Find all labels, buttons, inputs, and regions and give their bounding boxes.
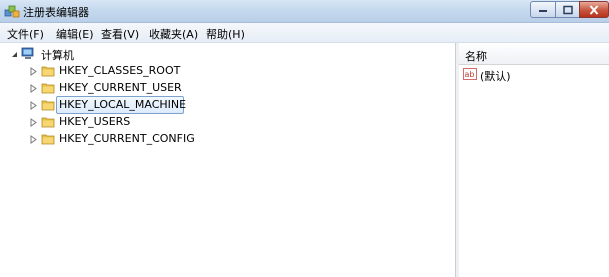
tree-node-label: HKEY_CURRENT_CONFIG xyxy=(59,132,195,145)
tree-node-label: 计算机 xyxy=(41,49,74,62)
value-name: (默认) xyxy=(480,70,511,83)
folder-icon xyxy=(41,83,55,94)
close-icon xyxy=(589,4,599,15)
folder-icon xyxy=(41,66,55,77)
tree-node-hkey-current-user[interactable]: HKEY_CURRENT_USER xyxy=(29,80,189,96)
tree-node-computer[interactable]: 计算机 xyxy=(8,46,108,62)
menu-edit[interactable]: 编辑(E) xyxy=(56,26,94,42)
registry-editor-icon xyxy=(4,5,20,18)
maximize-button[interactable] xyxy=(555,1,580,18)
tree-node-label: HKEY_LOCAL_MACHINE xyxy=(59,98,187,111)
minimize-button[interactable] xyxy=(530,1,556,18)
tree-node-hkey-current-config[interactable]: HKEY_CURRENT_CONFIG xyxy=(29,131,199,147)
tree-node-hkey-local-machine[interactable]: HKEY_LOCAL_MACHINE xyxy=(29,96,189,114)
menu-help[interactable]: 帮助(H) xyxy=(206,26,245,42)
folder-icon xyxy=(41,134,55,145)
tree-node-label: HKEY_CLASSES_ROOT xyxy=(59,64,181,77)
svg-text:ab: ab xyxy=(465,70,475,79)
collapsed-arrow-icon[interactable] xyxy=(29,67,38,76)
title-bar[interactable]: 注册表编辑器 xyxy=(0,0,609,23)
key-tree-pane[interactable]: 计算机 HKEY_CLASSES_ROOT HKEY_CURRENT_USER … xyxy=(0,43,456,277)
menu-bar: 文件(F) 编辑(E) 查看(V) 收藏夹(A) 帮助(H) xyxy=(0,23,609,43)
collapsed-arrow-icon[interactable] xyxy=(29,101,38,110)
folder-icon xyxy=(41,100,55,111)
tree-node-label: HKEY_USERS xyxy=(59,115,131,128)
maximize-icon xyxy=(562,5,573,14)
close-button[interactable] xyxy=(579,1,609,18)
computer-icon xyxy=(21,47,34,59)
collapsed-arrow-icon[interactable] xyxy=(29,118,38,127)
menu-favorites[interactable]: 收藏夹(A) xyxy=(149,26,198,42)
minimize-icon xyxy=(539,9,547,12)
column-header-label: 名称 xyxy=(465,50,487,63)
tree-node-hkey-users[interactable]: HKEY_USERS xyxy=(29,114,189,130)
collapsed-arrow-icon[interactable] xyxy=(29,84,38,93)
expanded-arrow-icon[interactable] xyxy=(10,50,19,59)
string-value-icon: ab xyxy=(463,68,477,80)
tree-node-label: HKEY_CURRENT_USER xyxy=(59,81,182,94)
menu-file[interactable]: 文件(F) xyxy=(7,26,44,42)
column-header-name[interactable]: 名称 xyxy=(459,43,609,65)
folder-icon xyxy=(41,117,55,128)
values-list-pane[interactable]: 名称 ab (默认) xyxy=(459,43,609,277)
window-title: 注册表编辑器 xyxy=(23,6,89,19)
collapsed-arrow-icon[interactable] xyxy=(29,135,38,144)
menu-view[interactable]: 查看(V) xyxy=(101,26,139,42)
tree-node-hkey-classes-root[interactable]: HKEY_CLASSES_ROOT xyxy=(29,63,189,79)
